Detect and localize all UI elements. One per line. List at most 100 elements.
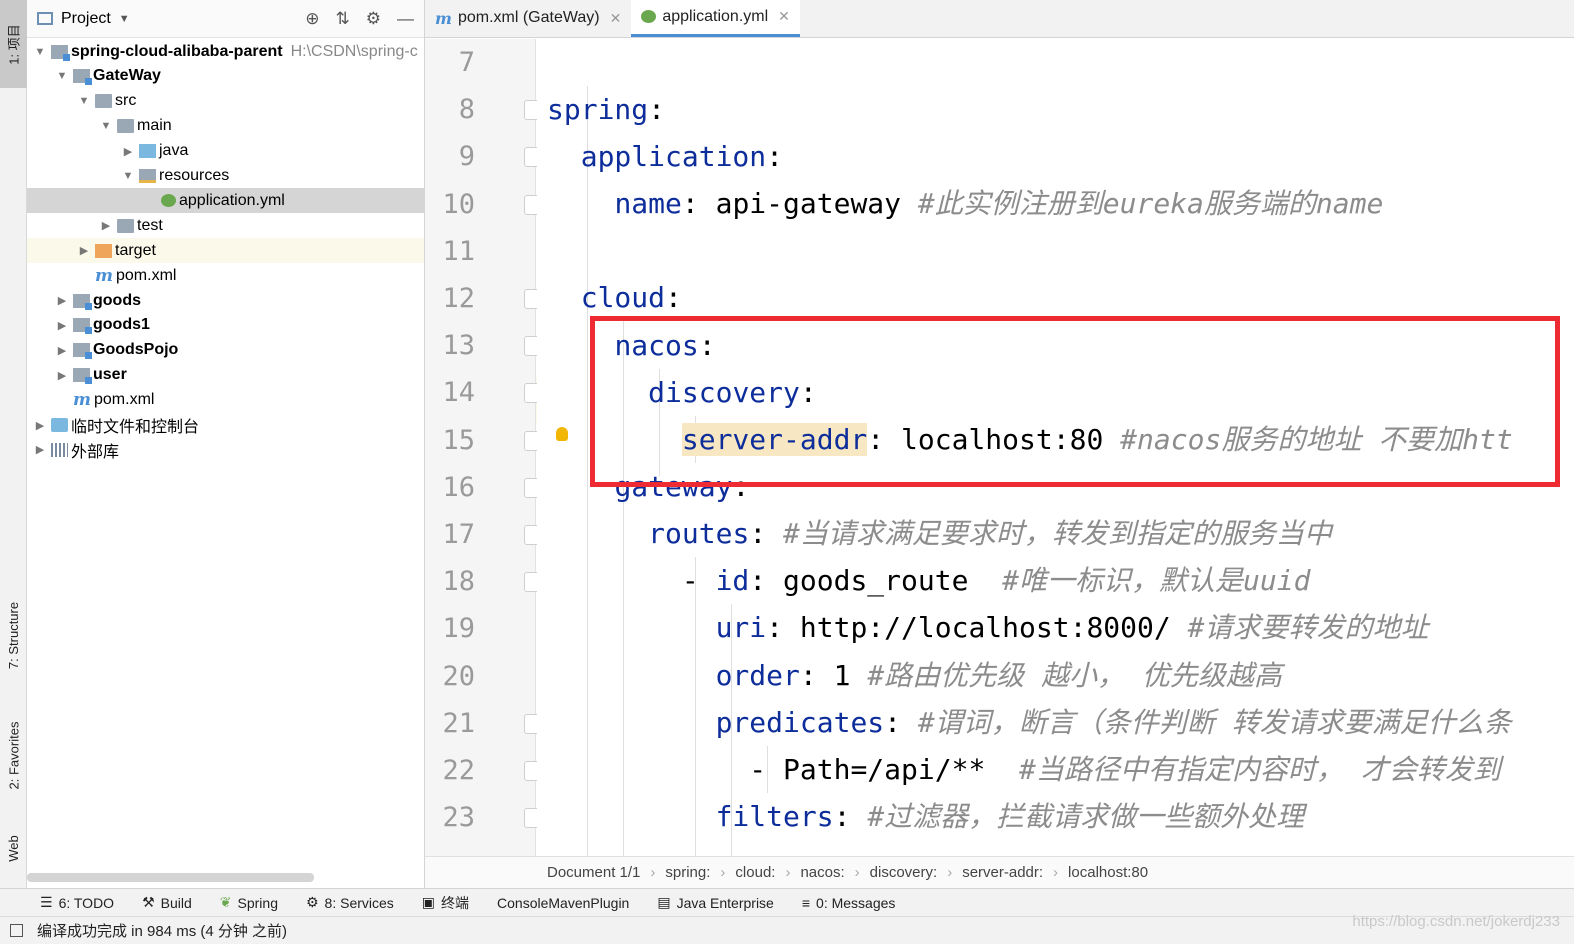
chevron-right-icon: ›: [785, 864, 791, 881]
tree-item[interactable]: ▼ spring-cloud-alibaba-parent H:\CSDN\spri…: [27, 39, 424, 64]
project-tool-tab-label: 1: 项目: [7, 23, 22, 65]
horizontal-scrollbar[interactable]: [27, 873, 314, 882]
line-number: 22: [442, 755, 475, 786]
watermark: https://blog.csdn.net/jokerdj233: [1352, 913, 1560, 930]
favorites-tool-tab[interactable]: 2: Favorites: [0, 705, 27, 805]
web-tool-tab[interactable]: Web: [0, 818, 27, 878]
line-number: 20: [442, 660, 475, 692]
module-folder-icon: [73, 318, 92, 335]
line-number: 8: [458, 94, 475, 126]
tree-item-label: spring-cloud-alibaba-parent: [71, 42, 283, 60]
chevron-right-icon[interactable]: ▶: [55, 319, 69, 332]
console-maven-tool-button[interactable]: ConsoleMavenPlugin: [497, 895, 629, 911]
chevron-down-icon[interactable]: ▼: [121, 170, 135, 182]
terminal-tool-button[interactable]: ▣ 终端: [422, 893, 469, 913]
line-number: 23: [442, 802, 475, 834]
close-icon[interactable]: ✕: [610, 10, 622, 27]
tree-item[interactable]: ▶ 外部库: [27, 437, 424, 462]
chevron-right-icon: ›: [650, 864, 656, 881]
yml-file-icon: [641, 10, 657, 23]
chevron-right-icon[interactable]: ▶: [99, 219, 113, 232]
services-tool-button[interactable]: ⚙ 8: Services: [306, 894, 394, 911]
tree-item-label: pom.xml: [94, 391, 155, 409]
module-folder-icon: [73, 368, 92, 385]
breadcrumb-item[interactable]: Document 1/1: [547, 864, 640, 881]
chevron-right-icon[interactable]: ▶: [77, 244, 91, 257]
module-folder-icon: [73, 69, 92, 86]
excluded-folder-icon: [95, 243, 112, 258]
project-tool-tab[interactable]: 1: 项目: [0, 0, 27, 88]
chevron-right-icon: ›: [720, 864, 726, 881]
tree-item[interactable]: ▶ test: [27, 213, 424, 238]
build-tool-button[interactable]: ⚒ Build: [142, 894, 192, 911]
hammer-icon: ⚒: [142, 894, 155, 910]
tab-application-yml[interactable]: application.yml ✕: [631, 0, 800, 37]
chevron-right-icon[interactable]: ▶: [33, 419, 47, 432]
chevron-right-icon[interactable]: ▶: [55, 294, 69, 307]
breadcrumb-item[interactable]: spring:: [665, 864, 710, 881]
libraries-icon: [51, 442, 68, 457]
status-checkbox-icon[interactable]: [10, 924, 23, 937]
tree-item[interactable]: m pom.xml: [27, 263, 424, 288]
code-line-23: filters: #过滤器，拦截请求做一些额外处理: [715, 800, 1305, 833]
tree-item-label: 外部库: [71, 443, 120, 461]
tree-item[interactable]: ▶ 临时文件和控制台: [27, 413, 424, 438]
lightbulb-icon[interactable]: [556, 427, 568, 441]
chevron-right-icon[interactable]: ▶: [121, 145, 135, 158]
chevron-down-icon[interactable]: ▼: [99, 120, 113, 132]
breadcrumb-item[interactable]: discovery:: [870, 864, 938, 881]
project-view-selector[interactable]: Project: [61, 10, 111, 28]
tree-item-label: goods: [93, 291, 141, 309]
minimize-icon[interactable]: —: [397, 9, 414, 29]
todo-tool-button[interactable]: ☰ 6: TODO: [40, 894, 114, 911]
tree-item[interactable]: ▼ src: [27, 89, 424, 114]
tree-item[interactable]: ▼ GateWay: [27, 64, 424, 89]
close-icon[interactable]: ✕: [778, 8, 790, 25]
line-number: 10: [442, 188, 475, 220]
editor-gutter: 7 8 9 10 11 12 13 14 15 16 17 18 19 20 21 22 23: [425, 39, 544, 856]
build-label: Build: [160, 894, 192, 911]
breadcrumb-item[interactable]: server-addr:: [962, 864, 1043, 881]
structure-tool-tab[interactable]: 7: Structure: [0, 585, 27, 685]
code-line-12: cloud:: [580, 281, 682, 314]
bottom-tool-window-bar: ☰ 6: TODO ⚒ Build ❦ Spring ⚙ 8: Services ▣ 终端…: [0, 888, 1574, 916]
line-number: 14: [442, 377, 475, 409]
chevron-right-icon[interactable]: ▶: [55, 344, 69, 357]
chevron-right-icon[interactable]: ▶: [33, 443, 47, 456]
tree-item[interactable]: ▶ GoodsPojo: [27, 338, 424, 363]
tree-item-label: 临时文件和控制台: [71, 419, 200, 436]
tree-item[interactable]: ▶ java: [27, 139, 424, 164]
messages-tool-button[interactable]: ≡ 0: Messages: [802, 895, 896, 911]
tree-item[interactable]: ▶ goods1: [27, 313, 424, 338]
breadcrumb-item[interactable]: localhost:80: [1068, 864, 1148, 881]
tree-item[interactable]: ▶ target: [27, 238, 424, 264]
tree-item[interactable]: m pom.xml: [27, 388, 424, 413]
java-enterprise-label: Java Enterprise: [676, 894, 774, 911]
locate-icon[interactable]: ⊕: [305, 9, 319, 29]
chevron-right-icon[interactable]: ▶: [55, 369, 69, 382]
gear-icon[interactable]: ⚙: [366, 9, 381, 29]
breadcrumb-item[interactable]: cloud:: [735, 864, 775, 881]
editor-tabs: m pom.xml (GateWay) ✕ application.yml ✕: [425, 0, 1574, 38]
tree-item-label: goods1: [93, 316, 150, 334]
tree-item[interactable]: application.yml: [27, 188, 424, 214]
java-enterprise-tool-button[interactable]: ▤ Java Enterprise: [657, 894, 774, 911]
tree-item[interactable]: ▼ resources: [27, 164, 424, 189]
tree-item[interactable]: ▶ user: [27, 363, 424, 388]
tree-item-label: java: [159, 142, 189, 160]
project-panel: Project ▼ ⊕ ⇅ ⚙ — ▼ spring-cloud-alibaba-…: [27, 0, 425, 888]
chevron-down-icon[interactable]: ▼: [119, 13, 130, 25]
breadcrumb-item[interactable]: nacos:: [800, 864, 844, 881]
services-label: 8: Services: [324, 894, 394, 911]
chevron-down-icon[interactable]: ▼: [55, 70, 69, 82]
spring-tool-button[interactable]: ❦ Spring: [220, 894, 278, 911]
tree-item[interactable]: ▼ main: [27, 114, 424, 139]
tree-item[interactable]: ▶ goods: [27, 288, 424, 313]
code-line-17: routes: #当请求满足要求时，转发到指定的服务当中: [648, 517, 1332, 550]
tab-pom-xml[interactable]: m pom.xml (GateWay) ✕: [425, 0, 631, 37]
chevron-down-icon[interactable]: ▼: [33, 46, 47, 58]
collapse-all-icon[interactable]: ⇅: [336, 9, 350, 29]
java-enterprise-icon: ▤: [657, 894, 671, 910]
chevron-right-icon: ›: [947, 864, 953, 881]
chevron-down-icon[interactable]: ▼: [77, 95, 91, 107]
